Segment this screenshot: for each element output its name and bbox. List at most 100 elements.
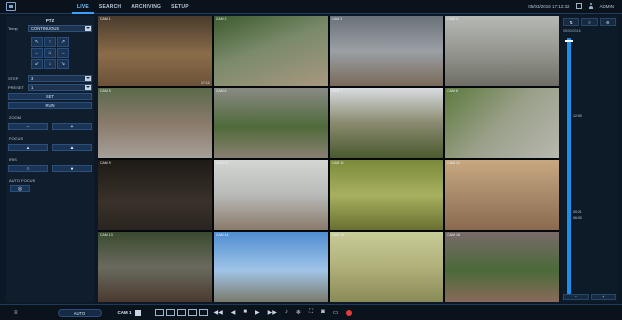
pan-left-button[interactable]: ←: [31, 48, 43, 58]
camera-tile[interactable]: CAM 9: [98, 160, 212, 230]
ptz-title: PTZ: [45, 18, 55, 23]
camera-label: CAM 6: [215, 89, 227, 93]
camera-label: CAM 16: [447, 233, 460, 237]
record-icon[interactable]: [346, 310, 353, 316]
camera-label: CAM 14: [215, 233, 229, 237]
camera-tile[interactable]: CAM 8: [445, 88, 559, 158]
camera-tile[interactable]: CAM 16: [445, 232, 559, 302]
pan-up-button[interactable]: ↑: [44, 37, 56, 47]
iris-open-icon[interactable]: ●: [52, 165, 92, 172]
step-label: STEP: [8, 76, 19, 81]
tab-setup[interactable]: SETUP: [166, 0, 194, 14]
top-bar: LIVE SEARCH ARCHIVING SETUP 05/03/2016 1…: [0, 0, 622, 14]
snapshot-icon[interactable]: ◙: [321, 309, 325, 316]
play-icon[interactable]: ▶: [255, 309, 260, 316]
timeline-list-icon[interactable]: ≡: [581, 18, 598, 26]
camera-label: CAM 9: [100, 161, 111, 165]
autofocus-label: AUTO FOCUS: [9, 178, 36, 183]
iris-close-icon[interactable]: ○: [8, 165, 48, 172]
camera-label: CAM 2: [215, 17, 227, 21]
audio-icon[interactable]: ♪: [285, 309, 288, 316]
user-name[interactable]: ADMIN: [600, 4, 615, 9]
camera-time: 17:12: [200, 81, 210, 85]
camera-label: CAM 13: [100, 233, 113, 237]
pan-down-right-button[interactable]: ↘: [57, 59, 69, 69]
timeline-zoom-controls: − +: [563, 294, 616, 300]
stop-icon[interactable]: ■: [243, 309, 247, 316]
camera-tile[interactable]: CAM 11: [329, 160, 444, 230]
top-right-status: 05/03/2016 17:12:32 ADMIN: [528, 3, 614, 9]
autofocus-button[interactable]: ◎: [10, 185, 30, 192]
camera-label: CAM 3: [331, 17, 343, 21]
pan-up-right-button[interactable]: ↗: [57, 37, 69, 47]
camera-label: CAM 15: [331, 233, 345, 237]
timeline-zoom-in-icon[interactable]: +: [590, 294, 616, 300]
menu-icon[interactable]: ≡: [14, 310, 18, 316]
tab-live[interactable]: LIVE: [72, 0, 94, 14]
freeze-icon[interactable]: ❄: [296, 309, 301, 316]
tab-archiving[interactable]: ARCHIVING: [126, 0, 166, 14]
camera-tile[interactable]: CAM 3: [329, 16, 444, 86]
zoom-out-icon[interactable]: −: [8, 123, 48, 130]
layout-custom-icon[interactable]: [198, 309, 208, 316]
pan-down-left-button[interactable]: ↙: [31, 59, 43, 69]
camera-label: CAM 12: [447, 161, 460, 165]
chevron-down-icon[interactable]: [85, 26, 91, 31]
focus-far-icon[interactable]: ▲: [52, 144, 92, 151]
pan-up-left-button[interactable]: ↖: [31, 37, 43, 47]
bottom-toolbar: ≡ AUTO CAM 1 ◀◀ ◀ ■ ▶ ▶▶ ♪ ❄ ⛶ ◙ ▭: [0, 304, 622, 320]
camera-tile[interactable]: CAM 13: [98, 232, 212, 302]
iris-label: IRIS: [9, 157, 17, 162]
logo-icon: [6, 2, 16, 11]
camera-tile[interactable]: CAM 5: [98, 88, 212, 158]
camera-tile[interactable]: CAM 1 17:12: [98, 16, 212, 86]
chevron-down-icon[interactable]: [85, 76, 91, 81]
playback-controls: ◀◀ ◀ ■ ▶ ▶▶ ♪ ❄ ⛶ ◙ ▭: [214, 309, 353, 316]
camera-label: CAM 10: [215, 161, 229, 165]
camera-tile[interactable]: CAM 12: [445, 160, 559, 230]
timeline-settings-icon[interactable]: ⚙: [599, 18, 616, 26]
camera-tile[interactable]: CAM 10: [213, 160, 328, 230]
step-select[interactable]: 3: [28, 75, 92, 82]
layout-2x2-icon[interactable]: [165, 309, 175, 316]
tab-search[interactable]: SEARCH: [94, 0, 126, 14]
fullscreen-icon[interactable]: ⛶: [309, 309, 313, 316]
rewind-icon[interactable]: ◀◀: [214, 309, 223, 316]
chevron-down-icon[interactable]: [85, 85, 91, 90]
pan-down-button[interactable]: ↓: [44, 59, 56, 69]
focus-near-icon[interactable]: ▴: [8, 144, 48, 151]
timeline-mark: 12:00: [573, 114, 582, 118]
layout-1x1-icon[interactable]: [154, 309, 164, 316]
camera-tile[interactable]: CAM 15: [329, 232, 444, 302]
preset-run-button[interactable]: RUN: [8, 102, 92, 109]
camera-grid: CAM 1 17:12 CAM 2 CAM 3 CAM 4 CAM 5 CAM …: [98, 16, 559, 302]
datetime: 05/03/2016 17:12:32: [528, 3, 570, 9]
auto-button[interactable]: AUTO: [57, 308, 102, 317]
timeline-cursor[interactable]: [565, 40, 573, 42]
camera-tile[interactable]: CAM 14: [213, 232, 328, 302]
window-icon[interactable]: [575, 3, 582, 9]
chevron-down-icon[interactable]: [134, 309, 141, 316]
layout-3x3-icon[interactable]: [176, 309, 186, 316]
preset-value: 1: [31, 85, 34, 90]
camera-tile[interactable]: CAM 6: [213, 88, 328, 158]
timeline-track[interactable]: [567, 38, 571, 296]
layout-4x4-icon[interactable]: [187, 309, 197, 316]
home-button[interactable]: ⌂: [44, 48, 56, 58]
fast-forward-icon[interactable]: ▶▶: [268, 309, 277, 316]
timeline-mark: 06:00: [573, 216, 582, 220]
print-icon[interactable]: ▭: [333, 309, 339, 316]
preset-select[interactable]: 1: [28, 84, 92, 91]
timeline-zoom-out-icon[interactable]: −: [563, 294, 589, 300]
preset-set-button[interactable]: SET: [8, 93, 92, 100]
camera-selector-label[interactable]: CAM 1: [118, 310, 132, 315]
camera-tile[interactable]: CAM 2: [213, 16, 328, 86]
step-back-icon[interactable]: ◀: [231, 309, 236, 316]
camera-tile[interactable]: CAM 7: [329, 88, 444, 158]
zoom-in-icon[interactable]: +: [52, 123, 92, 130]
camera-label: CAM 8: [447, 89, 458, 93]
camera-tile[interactable]: CAM 4: [445, 16, 559, 86]
temp-select[interactable]: CONTINUOUS: [28, 25, 92, 32]
pan-right-button[interactable]: →: [57, 48, 69, 58]
timeline-mode-icon[interactable]: ⇅: [563, 18, 580, 26]
